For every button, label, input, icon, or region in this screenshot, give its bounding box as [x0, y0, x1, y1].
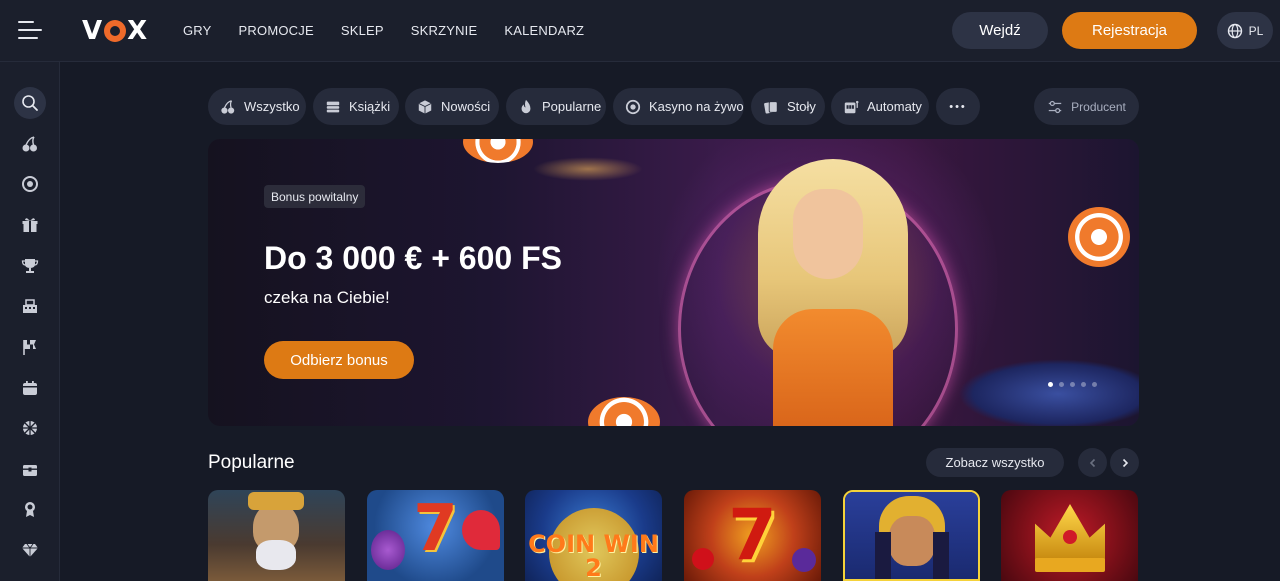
banner-headline: Do 3 000 € + 600 FS: [264, 240, 562, 276]
claim-bonus-button[interactable]: Odbierz bonus: [264, 341, 414, 379]
vox-logo[interactable]: VX: [82, 16, 148, 46]
category-label: Stoły: [787, 99, 816, 114]
cherries-icon[interactable]: [14, 128, 46, 160]
carousel-dot[interactable]: [1092, 382, 1097, 387]
producer-label: Producent: [1071, 99, 1126, 114]
prev-arrow-button[interactable]: [1078, 448, 1107, 477]
category-books[interactable]: Książki: [313, 88, 399, 125]
game-tile-pirate[interactable]: [208, 490, 345, 581]
diamond-icon[interactable]: [14, 534, 46, 566]
category-slots[interactable]: Automaty: [831, 88, 929, 125]
sidebar: [0, 62, 60, 581]
hostess-image: [748, 159, 918, 426]
carousel-dot[interactable]: [1048, 382, 1053, 387]
menu-icon[interactable]: [18, 19, 42, 41]
game-tile-cleopatra[interactable]: [843, 490, 980, 581]
cherries-icon: [221, 99, 235, 114]
gift-icon[interactable]: [14, 209, 46, 241]
category-label: Kasyno na żywo: [649, 99, 744, 114]
carousel-dot[interactable]: [1059, 382, 1064, 387]
top-bar: VX GRY PROMOCJE SKLEP SKRZYNIE KALENDARZ…: [0, 0, 1280, 62]
nav-shop[interactable]: SKLEP: [341, 23, 384, 38]
casino-chip-image: [1068, 207, 1130, 267]
login-button[interactable]: Wejdź: [952, 12, 1048, 49]
carousel-dot[interactable]: [1081, 382, 1086, 387]
casino-chip-image: [463, 139, 533, 163]
game-glyph: COIN WIN 2: [528, 530, 659, 581]
trophy-icon[interactable]: [14, 250, 46, 282]
category-label: Wszystko: [244, 99, 300, 114]
banner-lamp: [533, 157, 643, 181]
main-nav: GRY PROMOCJE SKLEP SKRZYNIE KALENDARZ: [183, 23, 611, 38]
calendar-icon[interactable]: [14, 372, 46, 404]
banner-subtitle: czeka na Ciebie!: [264, 288, 390, 307]
more-categories-button[interactable]: •••: [936, 88, 980, 125]
nav-promotions[interactable]: PROMOCJE: [239, 23, 314, 38]
category-new[interactable]: Nowości: [405, 88, 499, 125]
nav-calendar[interactable]: KALENDARZ: [504, 23, 584, 38]
bonus-badge: Bonus powitalny: [264, 185, 366, 208]
book-icon: [326, 101, 340, 112]
language-code: PL: [1248, 23, 1264, 38]
chevron-right-icon: [1122, 458, 1128, 467]
cards-icon: [764, 100, 778, 114]
producer-filter-button[interactable]: Producent: [1034, 88, 1139, 125]
category-label: Nowości: [441, 99, 491, 114]
roulette-icon[interactable]: [14, 168, 46, 200]
game-tile-coin-win-2[interactable]: COIN WIN 2: [525, 490, 662, 581]
flame-icon: [521, 99, 531, 113]
sliders-icon: [1048, 100, 1062, 113]
globe-icon: [1227, 23, 1242, 38]
carousel-dot[interactable]: [1070, 382, 1075, 387]
more-icon: •••: [949, 100, 967, 113]
category-tables[interactable]: Stoły: [751, 88, 825, 125]
register-button[interactable]: Rejestracja: [1062, 12, 1197, 49]
category-label: Książki: [349, 99, 391, 114]
nav-games[interactable]: GRY: [183, 23, 212, 38]
roulette-icon: [625, 99, 641, 114]
game-tile-hot-7[interactable]: 7: [684, 490, 821, 581]
carousel-dots: [1048, 382, 1097, 387]
category-all[interactable]: Wszystko: [208, 88, 306, 125]
category-popular[interactable]: Popularne: [506, 88, 606, 125]
race-flag-icon[interactable]: [14, 331, 46, 363]
next-arrow-button[interactable]: [1110, 448, 1139, 477]
category-label: Popularne: [542, 99, 602, 114]
cube-icon: [418, 99, 432, 114]
casino-chip-image: [588, 397, 660, 426]
game-tile-super-7[interactable]: 7: [367, 490, 504, 581]
cashier-icon[interactable]: [14, 290, 46, 322]
language-selector[interactable]: PL: [1217, 12, 1273, 49]
wheel-icon[interactable]: [14, 412, 46, 444]
banner-roulette-table: [958, 359, 1139, 426]
see-all-button[interactable]: Zobacz wszystko: [926, 448, 1064, 477]
slot-machine-icon: [844, 100, 859, 113]
chevron-left-icon: [1089, 458, 1095, 467]
game-tile-royal-crown[interactable]: [1001, 490, 1138, 581]
medal-icon[interactable]: [14, 493, 46, 525]
category-live-casino[interactable]: Kasyno na żywo: [613, 88, 744, 125]
category-label: Automaty: [867, 99, 922, 114]
nav-chests[interactable]: SKRZYNIE: [411, 23, 478, 38]
promo-banner[interactable]: [208, 139, 1139, 426]
search-icon[interactable]: [14, 87, 46, 119]
chest-icon[interactable]: [14, 453, 46, 485]
section-title: Popularne: [208, 452, 295, 473]
